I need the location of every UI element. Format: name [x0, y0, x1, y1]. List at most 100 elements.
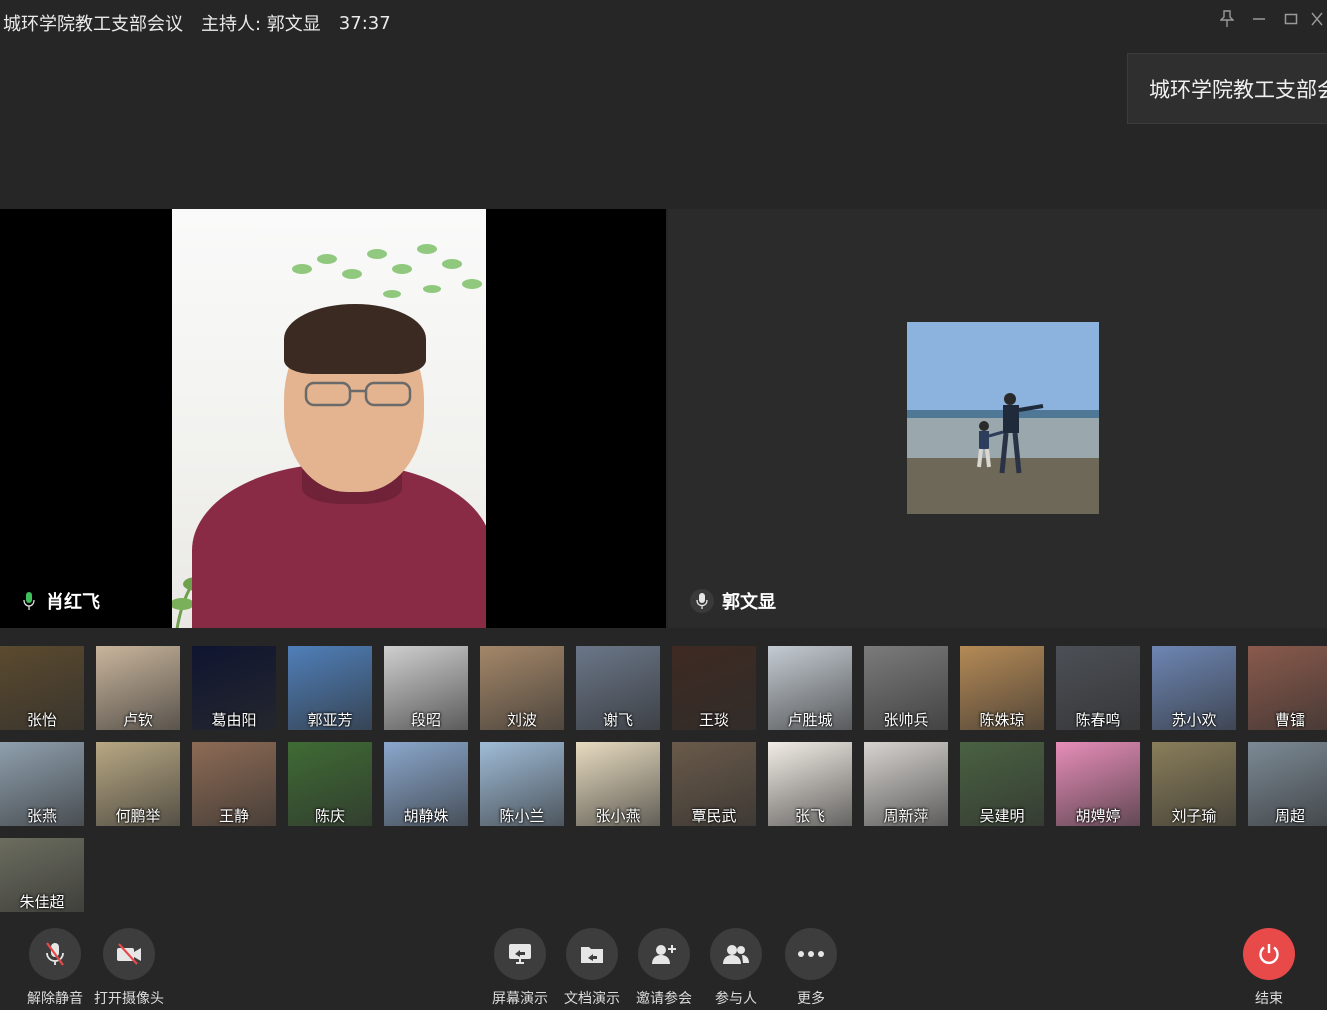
meeting-topic-popup: 城环学院教工支部会议: [1127, 53, 1327, 124]
participant-name: 胡娉婷: [1075, 807, 1121, 825]
participant-tile[interactable]: 吴建明: [960, 742, 1044, 826]
participant-tile[interactable]: 卢钦: [96, 646, 180, 730]
participant-name: 陈姝琼: [979, 711, 1025, 729]
bottom-toolbar: 解除静音 打开摄像头 屏幕演示 文档演示 邀请参会 参与人 更多 结束: [0, 920, 1327, 1010]
participant-name: 陈小兰: [499, 807, 545, 825]
participant-tile[interactable]: 覃民武: [672, 742, 756, 826]
participant-name: 刘子瑜: [1171, 807, 1217, 825]
unmute-button[interactable]: 解除静音: [17, 928, 93, 1008]
folder-share-icon: [566, 928, 618, 980]
participants-icon: [710, 928, 762, 980]
title-bar: 城环学院教工支部会议 主持人: 郭文显 37:37: [0, 0, 1327, 46]
participant-tile[interactable]: 苏小欢: [1152, 646, 1236, 730]
participant-name: 陈春鸣: [1075, 711, 1121, 729]
main-video-left[interactable]: 肖红飞: [0, 209, 666, 628]
camera-button[interactable]: 打开摄像头: [91, 928, 167, 1008]
end-label: 结束: [1255, 991, 1283, 1007]
participant-name: 郭亚芳: [307, 711, 353, 729]
close-icon[interactable]: [1307, 8, 1327, 30]
participant-tile[interactable]: 张燕: [0, 742, 84, 826]
participant-tile[interactable]: 刘波: [480, 646, 564, 730]
pin-icon[interactable]: [1211, 8, 1243, 30]
participant-grid: 张怡 卢钦 葛由阳 郭亚芳 段昭 刘波 谢飞 王琰 卢胜城 张帅兵 陈姝琼 陈春鸣 苏小欢 曹镭张燕 何鹏举…: [0, 646, 1327, 912]
participant-name: 卢钦: [122, 711, 153, 729]
participant-tile[interactable]: 谢飞: [576, 646, 660, 730]
participant-tile[interactable]: 刘子瑜: [1152, 742, 1236, 826]
end-meeting-button[interactable]: 结束: [1231, 928, 1307, 1008]
participant-tile[interactable]: 胡娉婷: [1056, 742, 1140, 826]
screen-share-icon: [494, 928, 546, 980]
participant-name: 谢飞: [602, 711, 633, 729]
participant-tile[interactable]: 朱佳超: [0, 838, 84, 912]
participant-name: 吴建明: [979, 807, 1025, 825]
participants-label: 参与人: [715, 991, 757, 1007]
meeting-window: 城环学院教工支部会议 主持人: 郭文显 37:37 城环学院教工支部会议: [0, 0, 1327, 1010]
host-label: 主持人: 郭文显: [201, 14, 321, 35]
participant-tile[interactable]: 郭亚芳: [288, 646, 372, 730]
add-user-icon: [638, 928, 690, 980]
participant-name: 刘波: [506, 711, 537, 729]
participant-tile[interactable]: 张怡: [0, 646, 84, 730]
participant-name: 卢胜城: [787, 711, 833, 729]
participant-tile[interactable]: 曹镭: [1248, 646, 1327, 730]
window-controls: [1211, 8, 1327, 30]
participant-tile[interactable]: 王琰: [672, 646, 756, 730]
doc-share-label: 文档演示: [564, 991, 620, 1007]
more-button[interactable]: 更多: [773, 928, 849, 1008]
participant-tile[interactable]: 胡静姝: [384, 742, 468, 826]
invite-button[interactable]: 邀请参会: [626, 928, 702, 1008]
participant-name: 周新萍: [883, 807, 929, 825]
right-video-namebar: 郭文显: [690, 588, 776, 614]
leaves-decoration: [292, 244, 482, 298]
participant-tile[interactable]: 段昭: [384, 646, 468, 730]
participant-tile[interactable]: 陈春鸣: [1056, 646, 1140, 730]
participant-name: 胡静姝: [403, 807, 449, 825]
power-icon: [1243, 928, 1295, 980]
participant-name: 朱佳超: [19, 893, 65, 911]
avatar-photo: [907, 322, 1099, 514]
left-video-namebar: 肖红飞: [20, 588, 100, 614]
glasses: [304, 381, 412, 407]
screen-share-label: 屏幕演示: [492, 991, 548, 1007]
meeting-timer: 37:37: [338, 12, 391, 34]
participant-tile[interactable]: 陈庆: [288, 742, 372, 826]
more-icon: [785, 928, 837, 980]
camera-off-icon: [103, 928, 155, 980]
participant-tile[interactable]: 张帅兵: [864, 646, 948, 730]
participant-name: 陈庆: [314, 807, 345, 825]
participant-tile[interactable]: 陈小兰: [480, 742, 564, 826]
participant-name: 曹镭: [1274, 711, 1305, 729]
doc-share-button[interactable]: 文档演示: [554, 928, 630, 1008]
screen-share-button[interactable]: 屏幕演示: [482, 928, 558, 1008]
participant-name: 张小燕: [595, 807, 641, 825]
camera-feed: [172, 209, 486, 628]
meeting-title: 城环学院教工支部会议: [3, 14, 183, 35]
participant-tile[interactable]: 陈姝琼: [960, 646, 1044, 730]
minimize-icon[interactable]: [1243, 8, 1275, 30]
participant-tile[interactable]: 张飞: [768, 742, 852, 826]
participant-tile[interactable]: 卢胜城: [768, 646, 852, 730]
main-video-right[interactable]: 郭文显: [668, 209, 1327, 628]
invite-label: 邀请参会: [636, 991, 692, 1007]
participant-tile[interactable]: 何鹏举: [96, 742, 180, 826]
participant-tile[interactable]: 王静: [192, 742, 276, 826]
topic-popup-text: 城环学院教工支部会议: [1149, 77, 1327, 102]
participant-name: 张燕: [26, 807, 57, 825]
participant-name: 葛由阳: [211, 711, 257, 729]
left-speaker-name: 肖红飞: [46, 592, 100, 613]
participant-name: 张飞: [794, 807, 825, 825]
more-label: 更多: [797, 991, 825, 1007]
participant-name: 王琰: [698, 711, 729, 729]
mic-active-icon: [20, 590, 38, 612]
participant-tile[interactable]: 葛由阳: [192, 646, 276, 730]
participant-tile[interactable]: 周新萍: [864, 742, 948, 826]
participant-tile[interactable]: 周超: [1248, 742, 1327, 826]
mic-muted-icon: [29, 928, 81, 980]
participant-name: 段昭: [410, 711, 441, 729]
participant-name: 张怡: [26, 711, 57, 729]
participants-button[interactable]: 参与人: [698, 928, 774, 1008]
unmute-label: 解除静音: [27, 991, 83, 1007]
participant-name: 苏小欢: [1171, 711, 1217, 729]
participant-tile[interactable]: 张小燕: [576, 742, 660, 826]
maximize-icon[interactable]: [1275, 8, 1307, 30]
